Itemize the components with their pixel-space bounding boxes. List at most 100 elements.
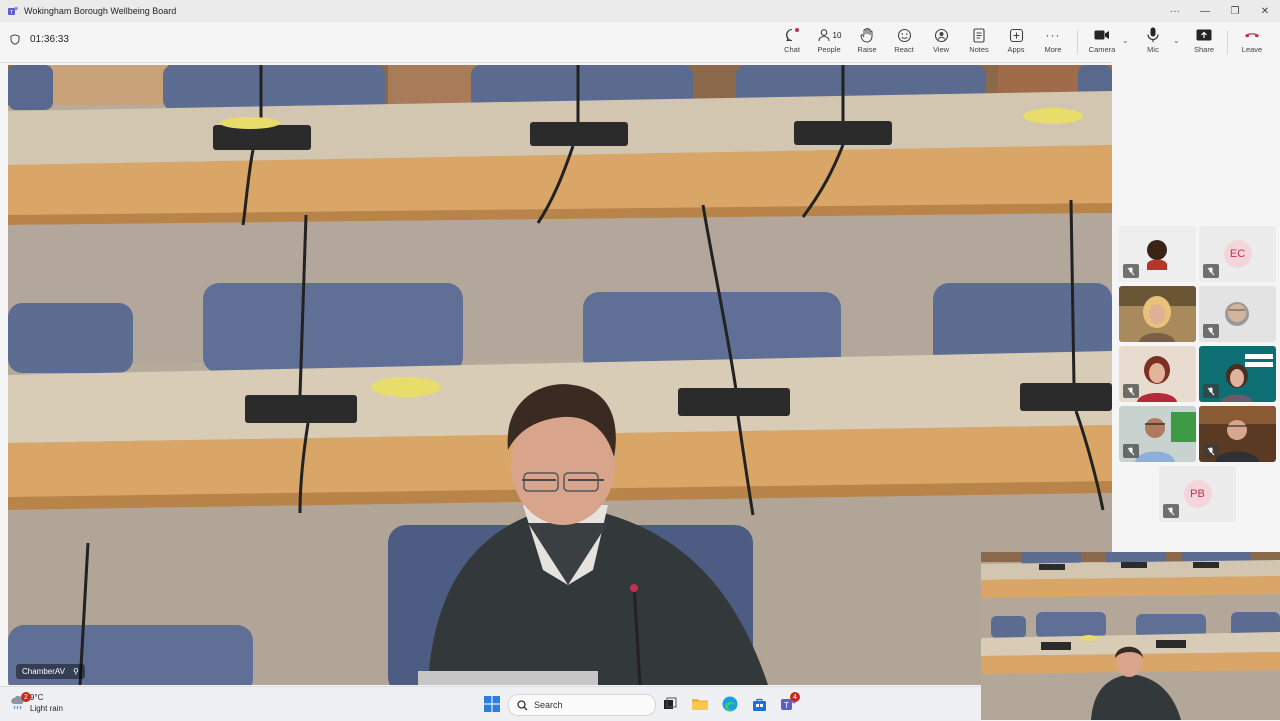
react-button[interactable]: React xyxy=(887,26,921,58)
more-button[interactable]: ··· More xyxy=(1036,26,1070,58)
taskbar-search[interactable]: Search xyxy=(508,694,656,716)
windows-logo-icon xyxy=(484,696,500,712)
speaker-name: ChamberAV xyxy=(22,667,65,676)
participant-tile[interactable] xyxy=(1119,286,1196,342)
participant-tile[interactable] xyxy=(1119,226,1196,282)
apps-label: Apps xyxy=(1007,45,1025,54)
weather-alert-badge: 2 xyxy=(21,692,31,702)
svg-text:T: T xyxy=(784,701,789,710)
share-label: Share xyxy=(1193,45,1214,54)
participant-tile[interactable] xyxy=(1199,346,1276,402)
mic-off-icon xyxy=(1203,384,1219,398)
mic-label: Mic xyxy=(1147,45,1159,54)
more-label: More xyxy=(1044,45,1062,54)
self-view-video[interactable] xyxy=(981,552,1280,720)
chat-button[interactable]: Chat xyxy=(775,26,809,58)
mic-off-icon xyxy=(1203,264,1219,278)
mic-off-icon xyxy=(1123,444,1139,458)
plus-square-icon xyxy=(1009,26,1024,44)
chamber-video-feed xyxy=(8,65,1112,685)
smiley-icon xyxy=(897,26,912,44)
notes-icon xyxy=(973,26,985,44)
mic-off-icon xyxy=(1203,324,1219,338)
ellipsis-icon: ··· xyxy=(1045,28,1061,42)
minimize-button[interactable]: — xyxy=(1190,0,1220,22)
apps-button[interactable]: Apps xyxy=(999,26,1033,58)
os-taskbar: 2 9°C Light rain Search T xyxy=(0,686,981,721)
leave-label: Leave xyxy=(1241,45,1263,54)
participant-tile[interactable]: PB xyxy=(1159,466,1236,522)
microphone-icon xyxy=(1147,26,1159,44)
people-icon xyxy=(817,29,830,42)
meeting-toolbar: 01:36:33 Chat 10 People Raise React View xyxy=(0,22,1280,63)
toolbar-divider xyxy=(1227,30,1228,54)
share-button[interactable]: Share xyxy=(1187,26,1221,58)
hang-up-icon xyxy=(1244,26,1260,44)
file-explorer-button[interactable] xyxy=(691,695,709,713)
mic-off-icon xyxy=(1203,444,1219,458)
participant-initials: EC xyxy=(1223,240,1252,268)
folder-icon xyxy=(692,699,708,710)
hand-icon xyxy=(860,26,874,44)
raise-hand-button[interactable]: Raise xyxy=(850,26,884,58)
shield-icon xyxy=(10,34,20,45)
store-button[interactable] xyxy=(750,695,768,713)
camera-options-chevron-icon[interactable]: ⌄ xyxy=(1122,36,1129,45)
view-icon xyxy=(934,26,949,44)
participant-video xyxy=(1119,286,1196,342)
notes-button[interactable]: Notes xyxy=(962,26,996,58)
camera-button[interactable]: Camera xyxy=(1085,26,1119,58)
task-view-button[interactable] xyxy=(661,695,679,713)
speaker-name-tag: ChamberAV ⚲ xyxy=(16,664,85,679)
mic-off-icon xyxy=(1123,384,1139,398)
maximize-button[interactable]: ❐ xyxy=(1220,0,1250,22)
toolbar-divider xyxy=(1077,30,1078,54)
chat-icon xyxy=(784,26,800,44)
participant-gallery: EC PB xyxy=(1112,62,1280,552)
store-bag-icon xyxy=(752,698,766,711)
react-label: React xyxy=(894,45,914,54)
mic-off-icon xyxy=(1163,504,1179,518)
view-label: View xyxy=(932,45,950,54)
participant-tile[interactable] xyxy=(1199,286,1276,342)
weather-widget[interactable]: 2 9°C Light rain xyxy=(10,692,63,714)
title-bar: T Wokingham Borough Wellbeing Board ··· … xyxy=(0,0,1280,22)
participant-initials: PB xyxy=(1183,480,1212,508)
weather-description: Light rain xyxy=(30,704,63,713)
window-title: Wokingham Borough Wellbeing Board xyxy=(24,6,177,16)
participant-tile[interactable] xyxy=(1199,406,1276,462)
edge-icon xyxy=(722,696,738,712)
search-placeholder: Search xyxy=(534,700,563,710)
notes-label: Notes xyxy=(969,45,989,54)
teams-logo-icon: T xyxy=(8,6,18,16)
mic-off-icon xyxy=(1123,264,1139,278)
edge-browser-button[interactable] xyxy=(721,695,739,713)
task-view-icon xyxy=(664,697,677,709)
people-label: People xyxy=(817,45,841,54)
raise-label: Raise xyxy=(857,45,877,54)
elapsed-time: 01:36:33 xyxy=(30,34,69,45)
camera-icon xyxy=(1094,26,1110,44)
self-view-feed xyxy=(981,552,1280,720)
camera-label: Camera xyxy=(1088,45,1116,54)
mic-options-chevron-icon[interactable]: ⌄ xyxy=(1173,36,1180,45)
share-screen-icon xyxy=(1196,26,1212,44)
teams-notification-badge: 4 xyxy=(790,692,800,702)
start-button[interactable] xyxy=(483,695,501,713)
mic-button[interactable]: Mic xyxy=(1136,26,1170,58)
participant-tile[interactable] xyxy=(1119,406,1196,462)
main-video-stage[interactable]: ChamberAV ⚲ xyxy=(8,65,1112,685)
pin-icon[interactable]: ⚲ xyxy=(73,667,79,676)
meeting-timer: 01:36:33 xyxy=(10,34,69,45)
chat-label: Chat xyxy=(784,45,800,54)
participant-tile[interactable]: EC xyxy=(1199,226,1276,282)
participant-tile[interactable] xyxy=(1119,346,1196,402)
close-button[interactable]: ✕ xyxy=(1250,0,1280,22)
view-button[interactable]: View xyxy=(924,26,958,58)
leave-button[interactable]: Leave xyxy=(1235,26,1269,58)
more-options-icon[interactable]: ··· xyxy=(1160,0,1190,22)
search-icon xyxy=(517,699,528,710)
weather-temperature: 9°C xyxy=(30,693,44,702)
people-count: 10 xyxy=(832,30,842,40)
people-button[interactable]: 10 People xyxy=(812,26,846,58)
